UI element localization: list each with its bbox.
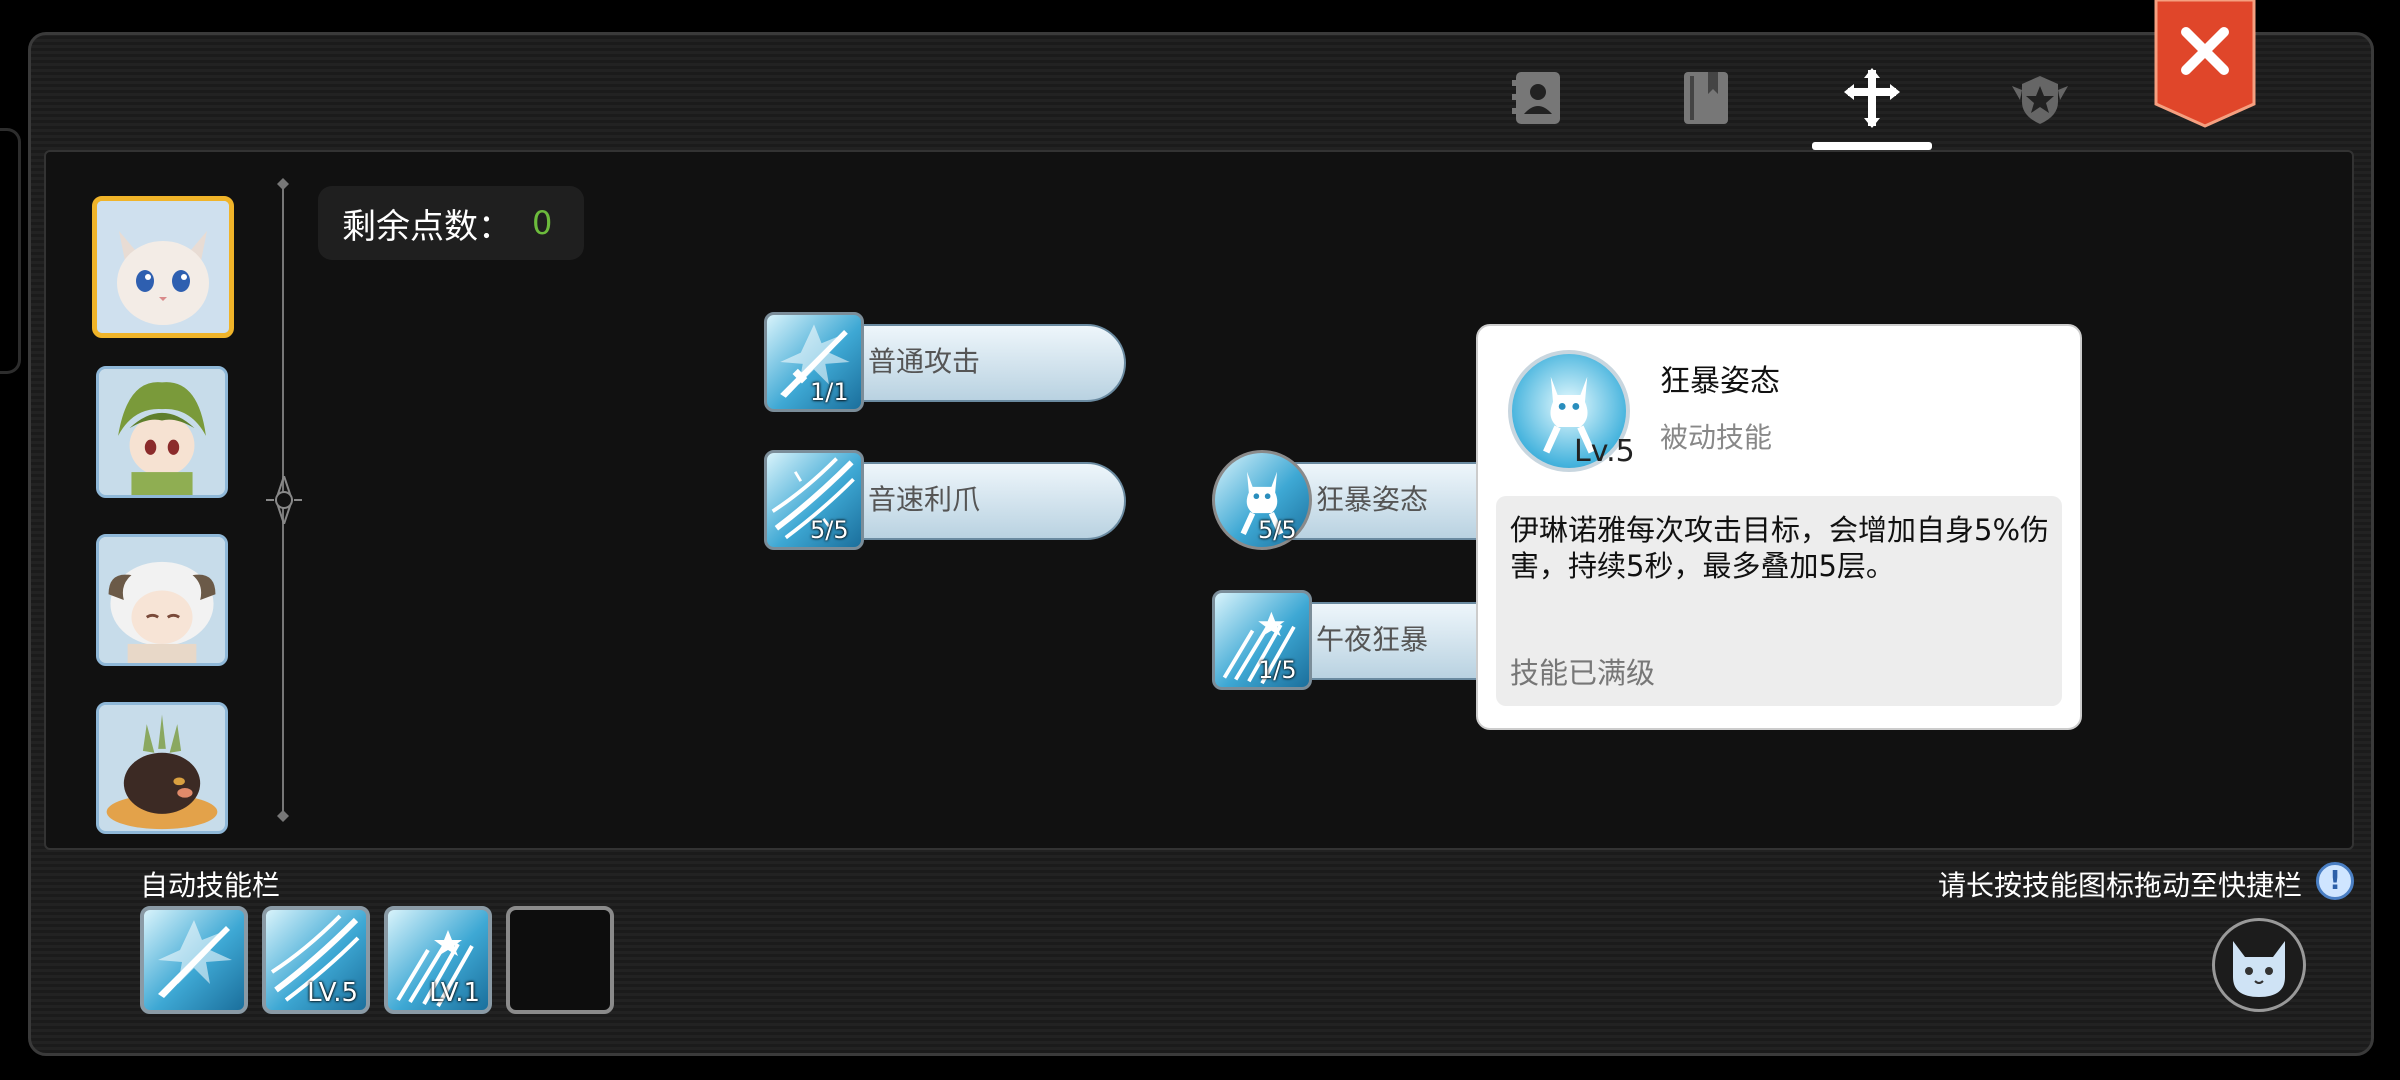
- active-tab-indicator: [1812, 142, 1932, 150]
- star-emblem-icon: [2012, 76, 2068, 124]
- skill-name: 午夜狂暴: [1316, 623, 1429, 656]
- skill-level: 1/5: [1258, 656, 1297, 684]
- skill-node-sonic-claw[interactable]: 音速利爪 5/5: [764, 450, 1126, 550]
- skill-name: 音速利爪: [868, 483, 981, 516]
- pet-cat-button[interactable]: [2212, 918, 2306, 1012]
- info-exclamation-icon[interactable]: !: [2316, 862, 2354, 900]
- close-button[interactable]: [2154, 0, 2256, 128]
- character-portrait-leaf[interactable]: [96, 366, 228, 498]
- auto-skill-slot-4-empty[interactable]: [506, 906, 614, 1014]
- tab-contacts[interactable]: [1488, 48, 1588, 148]
- tab-emblem[interactable]: [1990, 48, 2090, 148]
- tab-skills[interactable]: [1822, 48, 1922, 148]
- character-portrait-cat[interactable]: [92, 196, 234, 338]
- tooltip-skill-name: 狂暴姿态: [1660, 364, 1780, 399]
- skill-tooltip: Lv.5 狂暴姿态 被动技能 伊琳诺雅每次攻击目标，会增加自身5%伤害，持续5秒…: [1476, 324, 2082, 730]
- side-drawer-tab[interactable]: [0, 128, 21, 374]
- sheep-girl-avatar: [99, 537, 225, 663]
- tooltip-description: 伊琳诺雅每次攻击目标，会增加自身5%伤害，持续5秒，最多叠加5层。: [1510, 513, 2050, 583]
- cat-face-icon: [2233, 941, 2285, 997]
- tooltip-skill-level: Lv.5: [1574, 434, 1635, 469]
- skill-level: 1/1: [810, 378, 849, 406]
- close-icon: [2154, 0, 2256, 128]
- skill-level: 5/5: [810, 516, 849, 544]
- drag-hint-text: 请长按技能图标拖动至快捷栏: [1937, 869, 2302, 902]
- rail-ornament-icon: [266, 476, 302, 524]
- skill-name: 狂暴姿态: [1316, 483, 1429, 516]
- character-portrait-creature[interactable]: [96, 702, 228, 834]
- skill-node-normal-attack[interactable]: 普通攻击 1/1: [764, 312, 1126, 412]
- slot-level: LV.5: [307, 978, 358, 1008]
- tooltip-description-box: 伊琳诺雅每次攻击目标，会增加自身5%伤害，持续5秒，最多叠加5层。 技能已满级: [1496, 496, 2062, 706]
- remaining-points: 剩余点数： 0: [318, 186, 584, 260]
- slot-level: LV.1: [429, 978, 480, 1008]
- tooltip-status: 技能已满级: [1510, 656, 1656, 690]
- skill-cross-icon: [1844, 68, 1900, 128]
- skill-level: 5/5: [1258, 516, 1297, 544]
- leaf-hair-girl-avatar: [99, 369, 225, 495]
- remaining-points-label: 剩余点数：: [342, 206, 512, 247]
- dark-creature-avatar: [99, 705, 225, 831]
- skill-node-midnight-frenzy[interactable]: 午夜狂暴 1/5: [1212, 590, 1482, 690]
- character-portrait-sheep[interactable]: [96, 534, 228, 666]
- rail-top-cap: [277, 178, 289, 190]
- rail-bottom-cap: [277, 810, 289, 822]
- skill-node-berserk-stance[interactable]: 狂暴姿态 5/5: [1212, 450, 1482, 550]
- remaining-points-value: 0: [532, 204, 553, 242]
- auto-skill-slot-2[interactable]: LV.5: [262, 906, 370, 1014]
- auto-skill-bar-label: 自动技能栏: [140, 869, 281, 902]
- white-cat-avatar: [97, 201, 229, 333]
- contacts-book-icon: [1512, 72, 1560, 124]
- sword-skill-icon: [158, 920, 232, 998]
- auto-skill-slot-3[interactable]: LV.1: [384, 906, 492, 1014]
- tooltip-skill-type: 被动技能: [1660, 421, 1773, 454]
- bookmark-book-icon: [1684, 72, 1728, 124]
- auto-skill-slot-1[interactable]: [140, 906, 248, 1014]
- tab-bookmark[interactable]: [1656, 48, 1756, 148]
- skill-name: 普通攻击: [868, 345, 981, 378]
